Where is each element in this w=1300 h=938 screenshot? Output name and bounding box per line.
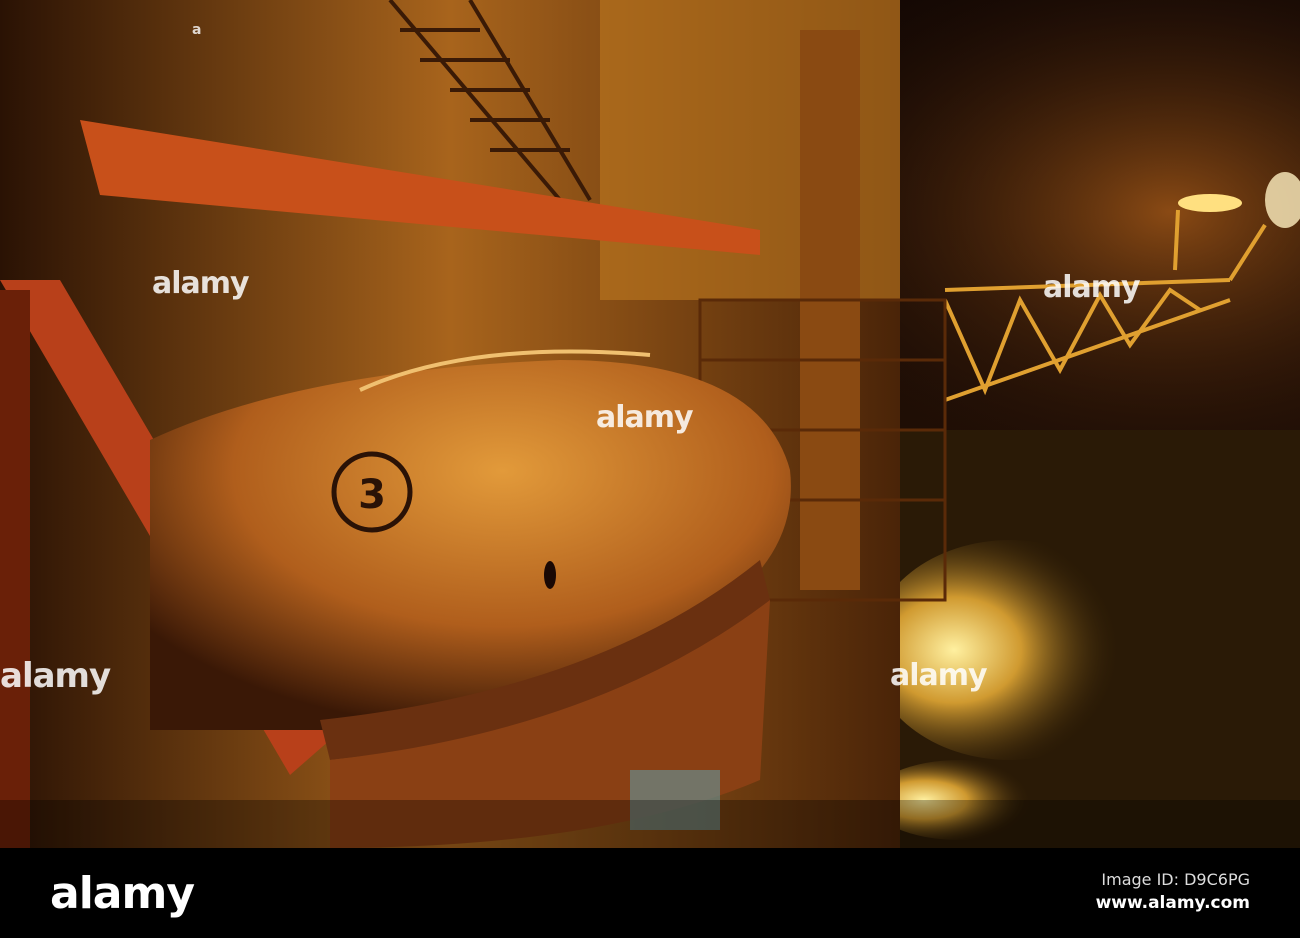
- watermark-text: alamy: [890, 658, 988, 693]
- image-id: Image ID: D9C6PG: [1101, 870, 1250, 889]
- alamy-logo: alamy: [50, 868, 195, 919]
- flare-flame: [1178, 194, 1242, 212]
- website-link[interactable]: www.alamy.com: [1096, 893, 1250, 913]
- watermark-a: a: [192, 22, 202, 38]
- lifeboat-number: 3: [358, 472, 386, 518]
- watermark-text: alamy: [1043, 270, 1141, 305]
- watermark-text: alamy: [0, 656, 111, 696]
- watermark-text: alamy: [152, 266, 250, 301]
- watermark-text: alamy: [596, 400, 694, 435]
